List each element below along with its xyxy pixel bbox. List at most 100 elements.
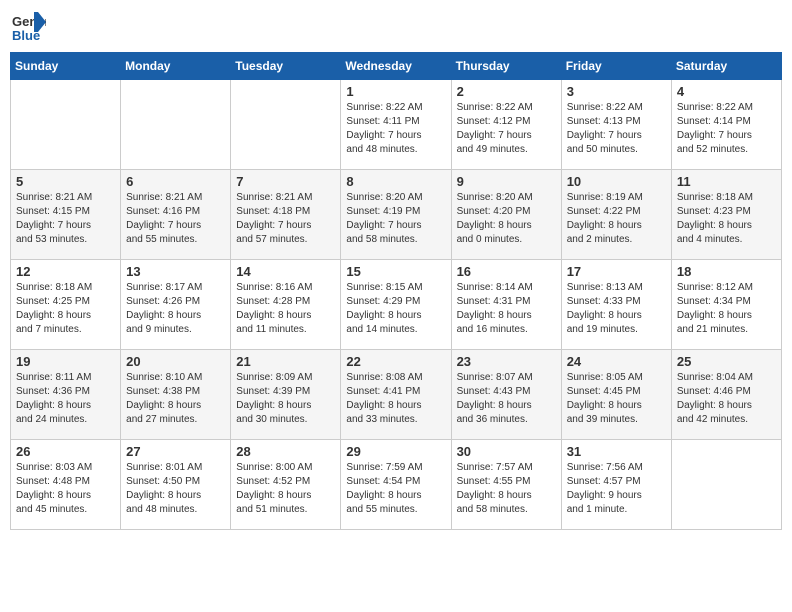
day-header-thursday: Thursday <box>451 53 561 80</box>
day-cell: 29Sunrise: 7:59 AM Sunset: 4:54 PM Dayli… <box>341 440 451 530</box>
day-cell <box>11 80 121 170</box>
day-number: 8 <box>346 174 445 189</box>
day-cell: 25Sunrise: 8:04 AM Sunset: 4:46 PM Dayli… <box>671 350 781 440</box>
day-info: Sunrise: 8:01 AM Sunset: 4:50 PM Dayligh… <box>126 461 225 517</box>
day-cell: 28 Sunrise: 8:00 AM Sunset: 4:52 PM Dayli… <box>231 440 341 530</box>
day-header-friday: Friday <box>561 53 671 80</box>
calendar-table: SundayMondayTuesdayWednesdayThursdayFrid… <box>10 52 782 530</box>
day-cell: 24 Sunrise: 8:05 AM Sunset: 4:45 PM Dayli… <box>561 350 671 440</box>
day-info: Sunrise: 8:15 AM Sunset: 4:29 PM Dayligh… <box>346 281 445 337</box>
day-info: Sunrise: 8:10 AM Sunset: 4:38 PM Dayligh… <box>126 371 225 427</box>
day-cell: 26 Sunrise: 8:03 AM Sunset: 4:48 PM Dayli… <box>11 440 121 530</box>
day-cell: 27 Sunrise: 8:01 AM Sunset: 4:50 PM Dayli… <box>121 440 231 530</box>
day-number: 3 <box>567 84 666 99</box>
day-cell: 10 Sunrise: 8:19 AM Sunset: 4:22 PM Dayli… <box>561 170 671 260</box>
day-header-sunday: Sunday <box>11 53 121 80</box>
day-info: Sunrise: 8:20 AM Sunset: 4:19 PM Dayligh… <box>346 191 445 247</box>
day-info: Sunrise: 8:19 AM Sunset: 4:22 PM Dayligh… <box>567 191 666 247</box>
day-info: Sunrise: 8:05 AM Sunset: 4:45 PM Dayligh… <box>567 371 666 427</box>
day-info: Sunrise: 8:18 AM Sunset: 4:23 PM Dayligh… <box>677 191 776 247</box>
day-info: Sunrise: 8:08 AM Sunset: 4:41 PM Dayligh… <box>346 371 445 427</box>
day-cell: 7 Sunrise: 8:21 AM Sunset: 4:18 PM Daylig… <box>231 170 341 260</box>
day-number: 24 <box>567 354 666 369</box>
day-cell: 6 Sunrise: 8:21 AM Sunset: 4:16 PM Daylig… <box>121 170 231 260</box>
day-header-tuesday: Tuesday <box>231 53 341 80</box>
logo: General Blue <box>10 10 52 46</box>
day-info: Sunrise: 8:09 AM Sunset: 4:39 PM Dayligh… <box>236 371 335 427</box>
day-number: 28 <box>236 444 335 459</box>
day-header-monday: Monday <box>121 53 231 80</box>
day-cell: 20 Sunrise: 8:10 AM Sunset: 4:38 PM Dayli… <box>121 350 231 440</box>
day-info: Sunrise: 8:03 AM Sunset: 4:48 PM Dayligh… <box>16 461 115 517</box>
day-cell: 4 Sunrise: 8:22 AM Sunset: 4:14 PM Daylig… <box>671 80 781 170</box>
day-info: Sunrise: 8:21 AM Sunset: 4:18 PM Dayligh… <box>236 191 335 247</box>
day-number: 9 <box>457 174 556 189</box>
day-number: 6 <box>126 174 225 189</box>
day-info: Sunrise: 8:22 AM Sunset: 4:13 PM Dayligh… <box>567 101 666 157</box>
week-row-1: 1 Sunrise: 8:22 AM Sunset: 4:11 PM Daylig… <box>11 80 782 170</box>
day-info: Sunrise: 7:56 AM Sunset: 4:57 PM Dayligh… <box>567 461 666 517</box>
day-cell: 3 Sunrise: 8:22 AM Sunset: 4:13 PM Daylig… <box>561 80 671 170</box>
day-number: 18 <box>677 264 776 279</box>
day-cell: 31Sunrise: 7:56 AM Sunset: 4:57 PM Dayli… <box>561 440 671 530</box>
week-row-3: 12 Sunrise: 8:18 AM Sunset: 4:25 PM Dayli… <box>11 260 782 350</box>
day-info: Sunrise: 8:22 AM Sunset: 4:12 PM Dayligh… <box>457 101 556 157</box>
day-number: 25 <box>677 354 776 369</box>
day-cell: 30 Sunrise: 7:57 AM Sunset: 4:55 PM Dayli… <box>451 440 561 530</box>
day-number: 20 <box>126 354 225 369</box>
day-info: Sunrise: 8:20 AM Sunset: 4:20 PM Dayligh… <box>457 191 556 247</box>
day-cell <box>231 80 341 170</box>
day-number: 26 <box>16 444 115 459</box>
calendar-header-row: SundayMondayTuesdayWednesdayThursdayFrid… <box>11 53 782 80</box>
day-cell: 15 Sunrise: 8:15 AM Sunset: 4:29 PM Dayli… <box>341 260 451 350</box>
day-number: 10 <box>567 174 666 189</box>
day-number: 27 <box>126 444 225 459</box>
day-cell: 11 Sunrise: 8:18 AM Sunset: 4:23 PM Dayli… <box>671 170 781 260</box>
day-cell: 19 Sunrise: 8:11 AM Sunset: 4:36 PM Dayli… <box>11 350 121 440</box>
day-info: Sunrise: 8:11 AM Sunset: 4:36 PM Dayligh… <box>16 371 115 427</box>
day-info: Sunrise: 8:21 AM Sunset: 4:15 PM Dayligh… <box>16 191 115 247</box>
day-number: 19 <box>16 354 115 369</box>
day-cell: 16 Sunrise: 8:14 AM Sunset: 4:31 PM Dayli… <box>451 260 561 350</box>
day-cell: 21Sunrise: 8:09 AM Sunset: 4:39 PM Dayli… <box>231 350 341 440</box>
day-info: Sunrise: 8:22 AM Sunset: 4:14 PM Dayligh… <box>677 101 776 157</box>
day-number: 12 <box>16 264 115 279</box>
day-cell: 14Sunrise: 8:16 AM Sunset: 4:28 PM Dayli… <box>231 260 341 350</box>
day-cell: 17 Sunrise: 8:13 AM Sunset: 4:33 PM Dayli… <box>561 260 671 350</box>
day-cell: 8 Sunrise: 8:20 AM Sunset: 4:19 PM Daylig… <box>341 170 451 260</box>
logo-icon: General Blue <box>10 10 46 46</box>
day-number: 29 <box>346 444 445 459</box>
day-cell: 2 Sunrise: 8:22 AM Sunset: 4:12 PM Daylig… <box>451 80 561 170</box>
day-number: 4 <box>677 84 776 99</box>
day-number: 16 <box>457 264 556 279</box>
week-row-2: 5 Sunrise: 8:21 AM Sunset: 4:15 PM Daylig… <box>11 170 782 260</box>
day-cell <box>671 440 781 530</box>
day-header-saturday: Saturday <box>671 53 781 80</box>
day-info: Sunrise: 8:21 AM Sunset: 4:16 PM Dayligh… <box>126 191 225 247</box>
day-cell: 23Sunrise: 8:07 AM Sunset: 4:43 PM Dayli… <box>451 350 561 440</box>
day-cell: 5 Sunrise: 8:21 AM Sunset: 4:15 PM Daylig… <box>11 170 121 260</box>
day-cell: 22 Sunrise: 8:08 AM Sunset: 4:41 PM Dayli… <box>341 350 451 440</box>
calendar-body: 1 Sunrise: 8:22 AM Sunset: 4:11 PM Daylig… <box>11 80 782 530</box>
page-header: General Blue <box>10 10 782 46</box>
day-cell: 18Sunrise: 8:12 AM Sunset: 4:34 PM Dayli… <box>671 260 781 350</box>
day-info: Sunrise: 7:57 AM Sunset: 4:55 PM Dayligh… <box>457 461 556 517</box>
day-number: 22 <box>346 354 445 369</box>
day-number: 5 <box>16 174 115 189</box>
day-info: Sunrise: 8:18 AM Sunset: 4:25 PM Dayligh… <box>16 281 115 337</box>
day-cell: 12 Sunrise: 8:18 AM Sunset: 4:25 PM Dayli… <box>11 260 121 350</box>
day-number: 1 <box>346 84 445 99</box>
day-number: 30 <box>457 444 556 459</box>
day-number: 2 <box>457 84 556 99</box>
day-info: Sunrise: 8:22 AM Sunset: 4:11 PM Dayligh… <box>346 101 445 157</box>
day-number: 11 <box>677 174 776 189</box>
day-number: 7 <box>236 174 335 189</box>
day-info: Sunrise: 8:14 AM Sunset: 4:31 PM Dayligh… <box>457 281 556 337</box>
day-info: Sunrise: 8:13 AM Sunset: 4:33 PM Dayligh… <box>567 281 666 337</box>
day-number: 17 <box>567 264 666 279</box>
day-number: 15 <box>346 264 445 279</box>
day-cell: 1 Sunrise: 8:22 AM Sunset: 4:11 PM Daylig… <box>341 80 451 170</box>
day-info: Sunrise: 8:00 AM Sunset: 4:52 PM Dayligh… <box>236 461 335 517</box>
day-cell: 9 Sunrise: 8:20 AM Sunset: 4:20 PM Daylig… <box>451 170 561 260</box>
day-info: Sunrise: 8:16 AM Sunset: 4:28 PM Dayligh… <box>236 281 335 337</box>
